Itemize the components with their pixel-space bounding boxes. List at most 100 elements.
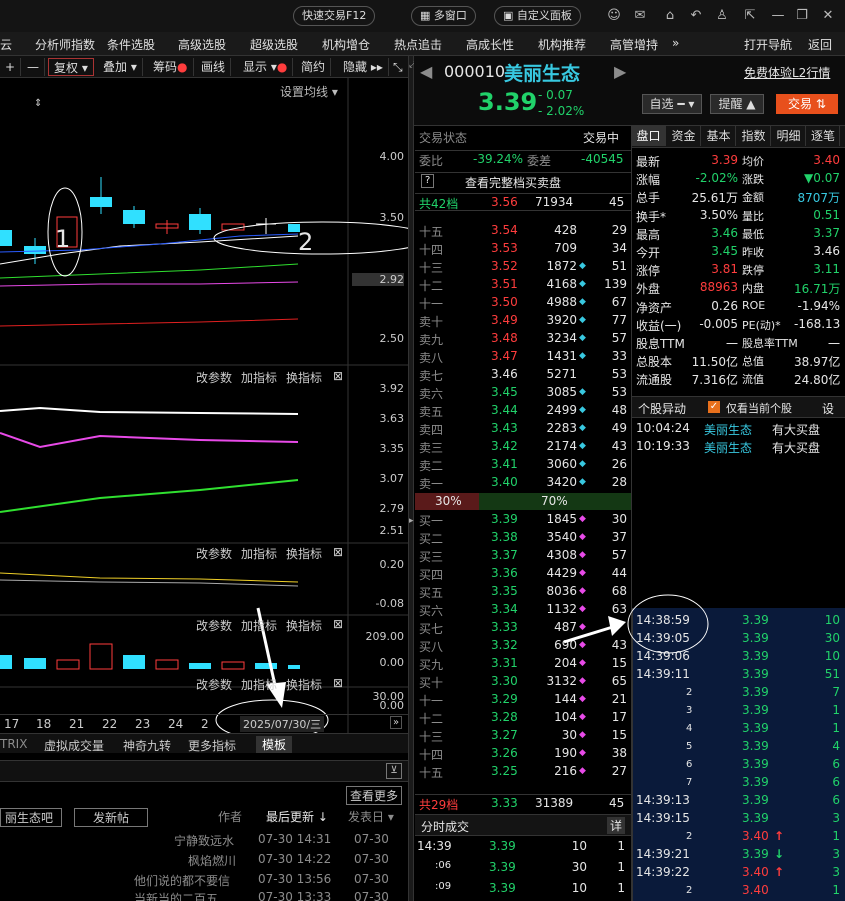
simple-button[interactable]: 简约 (296, 58, 332, 76)
expand-icon[interactable]: ⤡ (388, 58, 408, 76)
alerts-settings-button[interactable]: 设 (822, 400, 834, 417)
time-trade-row[interactable]: 14:39 3.39 10 1 (415, 838, 631, 856)
change-params-button[interactable]: 改参数 (196, 617, 232, 634)
menu-item-2[interactable]: 条件选股 (107, 36, 155, 53)
col-post-date[interactable]: 发表日 ▾ (348, 808, 394, 825)
sell-level[interactable]: 十一 3.50 4988 ◆ 67 (415, 294, 631, 312)
minus-button[interactable]: — (22, 58, 45, 76)
overlay-button[interactable]: 叠加 ▾ (98, 58, 143, 76)
change-params-button[interactable]: 改参数 (196, 676, 232, 693)
buy-level[interactable]: 买三 3.37 4308 ◆ 57 (415, 547, 631, 565)
menu-item-1[interactable]: 分析师指数 (35, 36, 95, 53)
forum-row[interactable]: 宁静致远水 07-30 14:31 07-30 (0, 832, 408, 850)
buy-level[interactable]: 十四 3.26 190 ◆ 38 (415, 745, 631, 763)
tick-row[interactable]: 4 3.39 1 (634, 720, 844, 738)
watchlist-button[interactable]: 自选 ━ ▾ (642, 94, 702, 114)
tick-row[interactable]: 6 3.39 6 (634, 756, 844, 774)
prev-stock-icon[interactable]: ◀ (420, 62, 432, 81)
close-panel-icon[interactable]: ⊠ (333, 369, 343, 383)
sell-level[interactable]: 卖一 3.40 3420 ◆ 28 (415, 474, 631, 492)
restore-rights-button[interactable]: 复权 ▾ (48, 58, 94, 76)
forum-row[interactable]: 枫焰燃川 07-30 14:22 07-30 (0, 852, 408, 870)
sell-level[interactable]: 十二 3.51 4168 ◆ 139 (415, 276, 631, 294)
info-tab-1[interactable]: 资金 (667, 126, 701, 146)
splitter-arrow-icon[interactable]: ▸ (409, 516, 414, 526)
draw-line-button[interactable]: 画线 (196, 58, 232, 76)
sell-level[interactable]: 卖十 3.49 3920 ◆ 77 (415, 312, 631, 330)
sell-level[interactable]: 十四 3.53 709 34 (415, 240, 631, 258)
tick-row[interactable]: 2 3.39 7 (634, 684, 844, 702)
col-last-update[interactable]: 最后更新 ↓ (266, 808, 328, 825)
tab-more-indicators[interactable]: 更多指标 (188, 737, 236, 754)
alert-row[interactable]: 10:04:24 美丽生态 有大买盘 (634, 420, 844, 438)
restore-icon[interactable]: ❐ (792, 6, 812, 26)
sell-level[interactable]: 十三 3.52 1872 ◆ 51 (415, 258, 631, 276)
add-indicator-button[interactable]: 加指标 (241, 545, 277, 562)
user-icon[interactable]: ☺ (604, 6, 624, 26)
menu-item-7[interactable]: 高成长性 (466, 36, 514, 53)
buy-level[interactable]: 买一 3.39 1845 ◆ 30 (415, 511, 631, 529)
full-book-row[interactable]: ? 查看完整档买卖盘 (415, 172, 631, 190)
info-tab-4[interactable]: 明细 (772, 126, 806, 146)
tick-row[interactable]: 14:39:13 3.39 6 (634, 792, 844, 810)
quick-trade-button[interactable]: 快速交易F12 (293, 6, 376, 26)
switch-indicator-button[interactable]: 换指标 (286, 676, 322, 693)
add-indicator-button[interactable]: 加指标 (241, 369, 277, 386)
switch-indicator-button[interactable]: 换指标 (286, 369, 322, 386)
tick-row[interactable]: 2 3.40 ↑ 1 (634, 828, 844, 846)
time-trades-detail[interactable]: 详 (607, 817, 626, 834)
add-indicator-button[interactable]: 加指标 (241, 676, 277, 693)
forum-bar-button[interactable]: 丽生态吧 (0, 808, 62, 827)
buy-level[interactable]: 十五 3.25 216 ◆ 27 (415, 763, 631, 781)
menu-back[interactable]: 返回 (808, 36, 832, 53)
only-current-checkbox[interactable]: ✓ (708, 401, 720, 413)
display-button[interactable]: 显示 ▾● (238, 58, 294, 76)
buy-level[interactable]: 买二 3.38 3540 ◆ 37 (415, 529, 631, 547)
info-tab-3[interactable]: 指数 (737, 126, 771, 146)
close-panel-icon[interactable]: ⊠ (333, 545, 343, 559)
tab-magic-nine[interactable]: 神奇九转 (123, 737, 171, 754)
time-trade-row[interactable]: :06 3.39 30 1 (415, 859, 631, 877)
mail-icon[interactable]: ✉ (630, 6, 650, 26)
menu-open-nav[interactable]: 打开导航 (744, 36, 792, 53)
sell-level[interactable]: 卖九 3.48 3234 ◆ 57 (415, 330, 631, 348)
help-icon[interactable]: ? (421, 174, 435, 188)
info-tab-2[interactable]: 基本 (702, 126, 736, 146)
add-indicator-button[interactable]: 加指标 (241, 617, 277, 634)
col-author[interactable]: 作者 (218, 808, 242, 825)
close-icon[interactable]: ✕ (818, 6, 838, 26)
change-params-button[interactable]: 改参数 (196, 545, 232, 562)
buy-level[interactable]: 十一 3.29 144 ◆ 21 (415, 691, 631, 709)
new-post-button[interactable]: 发新帖 (74, 808, 149, 827)
plus-button[interactable]: + (0, 58, 22, 76)
hide-button[interactable]: 隐藏 ▸▸ (338, 58, 389, 76)
kline-chart-area[interactable]: ⇕ (0, 78, 408, 738)
menu-item-9[interactable]: 高管增持 (610, 36, 658, 53)
tick-row[interactable]: 3 3.39 1 (634, 702, 844, 720)
next-stock-icon[interactable]: ▶ (614, 62, 626, 81)
time-trade-row[interactable]: :09 3.39 10 1 (415, 880, 631, 898)
sell-level[interactable]: 卖八 3.47 1431 ◆ 33 (415, 348, 631, 366)
close-panel-icon[interactable]: ⊠ (333, 617, 343, 631)
switch-indicator-button[interactable]: 换指标 (286, 545, 322, 562)
skin-icon[interactable]: ♙ (712, 6, 732, 26)
forum-row[interactable]: 他们说的都不要信 07-30 13:56 07-30 (0, 872, 408, 890)
scroll-right-icon[interactable]: » (390, 716, 403, 729)
tick-row[interactable]: 14:39:22 3.40 ↑ 3 (634, 864, 844, 882)
alert-row[interactable]: 10:19:33 美丽生态 有大买盘 (634, 438, 844, 456)
info-tab-0[interactable]: 盘口 (632, 126, 666, 146)
buy-level[interactable]: 十二 3.28 104 ◆ 17 (415, 709, 631, 727)
collapse-panel-icon[interactable]: ⊻ (386, 763, 402, 779)
forum-row[interactable]: 当新当的二百五 07-30 13:33 07-30 (0, 890, 408, 901)
tab-trix[interactable]: TRIX (0, 737, 27, 751)
chips-button[interactable]: 筹码● (148, 58, 194, 76)
custom-panel-button[interactable]: ▣ 自定义面板 (494, 6, 581, 26)
tab-template[interactable]: 模板 (256, 736, 293, 753)
change-params-button[interactable]: 改参数 (196, 369, 232, 386)
tick-row[interactable]: 2 3.40 1 (634, 882, 844, 900)
tick-row[interactable]: 5 3.39 4 (634, 738, 844, 756)
sell-level[interactable]: 卖二 3.41 3060 ◆ 26 (415, 456, 631, 474)
buy-level[interactable]: 买四 3.36 4429 ◆ 44 (415, 565, 631, 583)
tab-virtual-volume[interactable]: 虚拟成交量 (44, 737, 104, 754)
sell-level[interactable]: 卖四 3.43 2283 ◆ 49 (415, 420, 631, 438)
